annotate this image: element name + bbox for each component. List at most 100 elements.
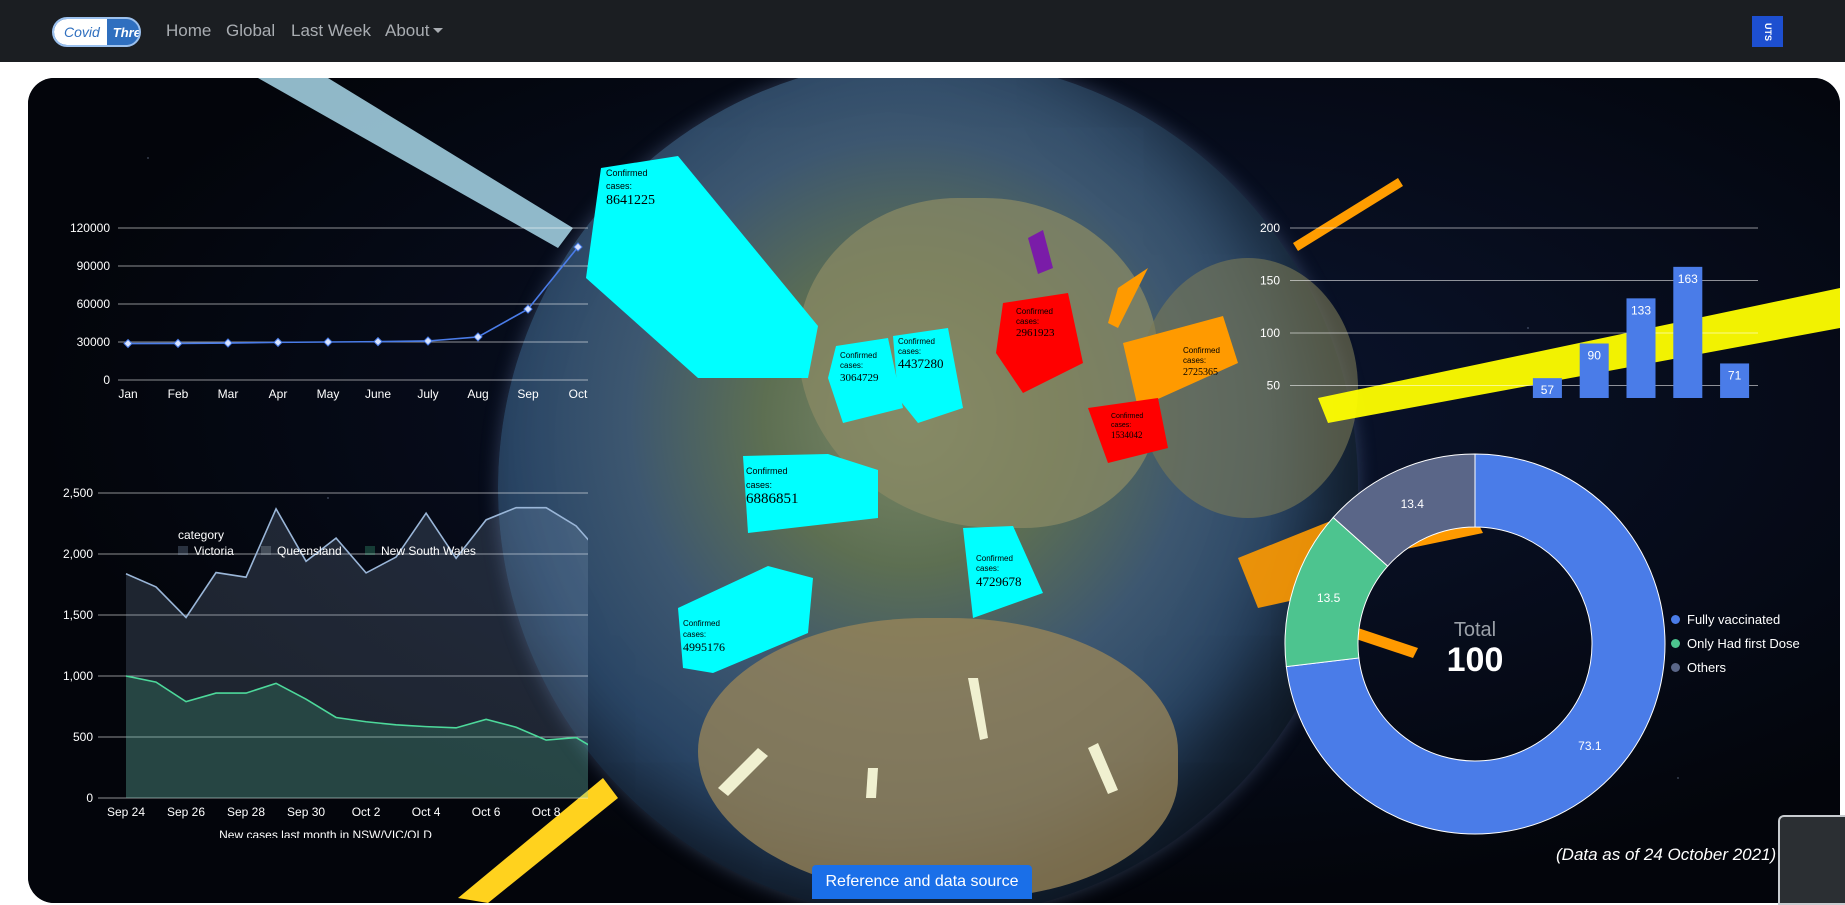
vaccination-donut-chart[interactable]: 73.1 13.5 13.4 Total100 [1258, 448, 1688, 838]
area-chart-legend-swatch [178, 546, 188, 555]
brand-logo[interactable]: Covid Three [52, 17, 141, 47]
donut-slice-label: 13.5 [1317, 591, 1341, 605]
bar-chart-data-label: 90 [1588, 349, 1602, 363]
area-chart-xtick: Sep 30 [287, 805, 325, 819]
country-block-4[interactable]: Confirmed cases: 2961923 [996, 293, 1083, 393]
line-chart-xtick: Oct [569, 387, 588, 401]
nav-about-label: About [385, 21, 430, 40]
visualization-panel: Confirmed cases: 8641225 Confirmed cases… [28, 78, 1840, 903]
country-block-7-label-line1: Confirmed [746, 466, 788, 476]
area-chart-ytick: 1,500 [63, 608, 93, 622]
line-chart-xtick: Sep [517, 387, 539, 401]
line-chart-xtick: Aug [467, 387, 488, 401]
bar-chart-data-label: 133 [1631, 303, 1651, 317]
area-chart-legend-label: Queensland [277, 544, 342, 558]
line-chart-point [123, 338, 133, 349]
line-chart-point [173, 338, 183, 349]
reference-data-source-button[interactable]: Reference and data source [812, 865, 1032, 899]
country-block-8-label-line1: Confirmed [976, 554, 1013, 563]
line-chart-ytick: 30000 [77, 335, 111, 349]
country-block-8-shape [963, 526, 1043, 618]
country-block-9-label-line2: cases: [683, 630, 706, 639]
area-chart-xtick: Sep 28 [227, 805, 265, 819]
country-block-2-label-line2: cases: [840, 361, 863, 370]
brand-text-three: Three [112, 25, 141, 40]
country-block-2-value: 3064729 [840, 372, 879, 384]
screenshot-thumbnail[interactable] [1778, 815, 1845, 905]
country-block-9-label-line1: Confirmed [683, 619, 720, 628]
country-block-3-value: 4437280 [898, 356, 944, 371]
country-block-2[interactable]: Confirmed cases: 3064729 [828, 338, 903, 423]
area-chart-legend-swatch [365, 546, 375, 555]
area-chart-legend-swatch [261, 546, 271, 555]
country-block-1-label-line1: Confirmed [606, 168, 648, 178]
legend-label-first-dose: Only Had first Dose [1687, 636, 1800, 651]
area-chart-xtick: Oct 6 [472, 805, 501, 819]
line-chart-series [127, 246, 579, 345]
country-block-3-label-line2: cases: [898, 347, 921, 356]
country-block-5-label-line2: cases: [1183, 356, 1206, 365]
line-chart-ytick: 0 [103, 373, 110, 387]
uts-logo[interactable]: UTS [1752, 16, 1783, 47]
new-cases-area-chart[interactable]: 0 500 1,000 1,500 2,000 2,500 Sep 24 Sep 26 Sep … [28, 438, 588, 838]
line-chart-point [323, 337, 333, 347]
country-block-1-value: 8641225 [606, 193, 655, 208]
bar-chart-bar [1673, 266, 1703, 398]
line-chart-xtick: May [317, 387, 340, 401]
line-chart-point [223, 338, 233, 348]
country-block-6-value: 1534042 [1111, 430, 1143, 440]
line-chart-xtick: Feb [168, 387, 189, 401]
country-block-7-value: 6886851 [746, 491, 799, 507]
area-chart-xtick: Oct 4 [412, 805, 441, 819]
area-chart-xtick: Oct 2 [352, 805, 381, 819]
nav-home-link[interactable]: Home [166, 21, 211, 41]
donut-center-label: Total [1454, 619, 1496, 641]
line-chart-point [423, 336, 433, 346]
area-chart-ytick: 500 [73, 730, 93, 744]
nav-global-link[interactable]: Global [226, 21, 275, 41]
bar-chart-ytick: 200 [1260, 221, 1280, 235]
country-block-4-label-line1: Confirmed [1016, 307, 1053, 316]
country-block-8-label-line2: cases: [976, 564, 999, 573]
legend-fully-vaccinated[interactable]: Fully vaccinated [1671, 612, 1780, 627]
area-chart-ytick: 1,000 [63, 669, 93, 683]
area-chart-ytick: 2,500 [63, 486, 93, 500]
legend-others[interactable]: Others [1671, 660, 1726, 675]
country-block-1[interactable]: Confirmed cases: 8641225 [586, 156, 818, 378]
donut-center-value: 100 [1447, 641, 1504, 679]
country-block-3[interactable]: Confirmed cases: 4437280 [893, 328, 963, 423]
line-chart-point [273, 337, 283, 348]
line-chart-point [373, 336, 383, 347]
legend-dot-fully-vaccinated [1671, 615, 1680, 624]
country-block-6-label-line1: Confirmed [1111, 413, 1143, 420]
area-chart-legend-title: category [178, 528, 224, 542]
area-chart-legend-label: Victoria [194, 544, 234, 558]
country-block-9[interactable]: Confirmed cases: 4995176 [678, 566, 813, 673]
line-chart-xtick: Jan [118, 387, 137, 401]
nsw-age-deaths-bar-chart[interactable]: 05010015020000-9110-19620-291030-392240-… [1208, 118, 1768, 398]
country-block-1-label-line2: cases: [606, 181, 632, 191]
country-block-4-value: 2961923 [1016, 327, 1055, 339]
line-chart-xtick: Mar [218, 387, 239, 401]
line-chart-ytick: 120000 [70, 221, 110, 235]
area-chart-legend-label: New South Wales [381, 544, 476, 558]
line-chart-ytick: 60000 [77, 297, 111, 311]
nav-last-week-link[interactable]: Last Week [291, 21, 371, 41]
area-chart-xtick: Sep 24 [107, 805, 145, 819]
australia-cases-line-chart[interactable]: 0 30000 60000 90000 120000 Jan Feb Mar Apr May Jun… [48, 118, 608, 408]
country-block-8[interactable]: Confirmed cases: 4729678 [963, 526, 1043, 618]
country-block-7[interactable]: Confirmed cases: 6886851 [743, 454, 878, 533]
area-chart-ytick: 2,000 [63, 547, 93, 561]
line-chart-ytick: 90000 [77, 259, 111, 273]
legend-dot-others [1671, 663, 1680, 672]
brand-text-covid: Covid [54, 19, 107, 45]
data-as-of-note: (Data as of 24 October 2021) [1556, 845, 1777, 864]
country-block-2-label-line1: Confirmed [840, 351, 877, 360]
area-chart-xtick: Oct 8 [532, 805, 561, 819]
nav-about-dropdown[interactable]: About [385, 21, 444, 41]
legend-first-dose[interactable]: Only Had first Dose [1671, 636, 1800, 651]
country-block-6[interactable]: Confirmed cases: 1534042 [1088, 398, 1168, 463]
country-block-4-label-line2: cases: [1016, 317, 1039, 326]
bar-chart-data-label: 163 [1678, 272, 1698, 286]
bar-chart-data-label: 57 [1541, 383, 1555, 397]
